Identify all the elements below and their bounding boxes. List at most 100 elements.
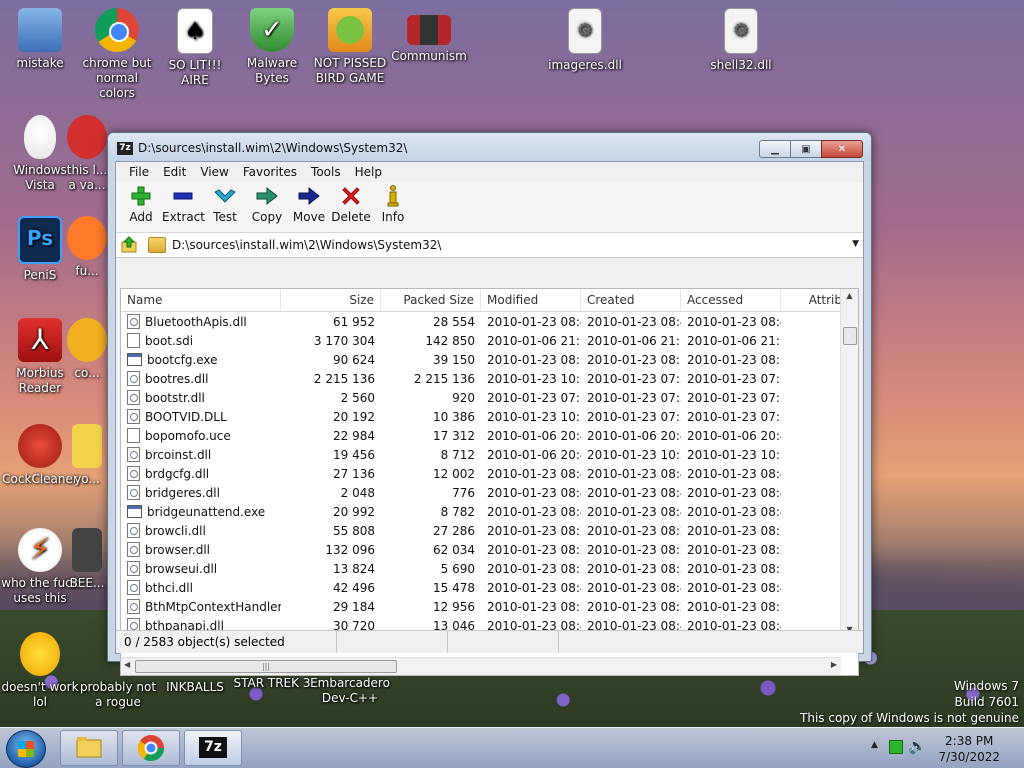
desktop-icon-partial-5[interactable]: BEE... — [62, 528, 112, 591]
address-path[interactable]: D:\sources\install.wim\2\Windows\System3… — [172, 238, 441, 252]
cell-modified: 2010-01-23 07:36 — [487, 390, 581, 405]
clock-time: 2:38 PM — [945, 734, 994, 748]
table-row[interactable]: bridgeres.dll 2 048 776 2010-01-23 08:45 201… — [121, 483, 849, 502]
up-folder-button[interactable] — [120, 236, 138, 254]
cell-name: browser.dll — [121, 542, 281, 557]
vertical-scrollbar[interactable]: ▲ ▼ — [840, 289, 858, 637]
show-hidden-icons-icon[interactable]: ▲ — [871, 740, 878, 750]
file-name: brcoinst.dll — [145, 447, 212, 462]
copy-button[interactable]: Copy — [246, 182, 288, 224]
cell-modified: 2010-01-06 21:13 — [487, 333, 581, 348]
cell-created: 2010-01-23 08:28 — [587, 599, 681, 614]
desktop-icon-bird-game[interactable]: NOT PISSED BIRD GAME — [310, 8, 390, 86]
dll-file-icon — [127, 580, 140, 595]
cell-name: brcoinst.dll — [121, 447, 281, 462]
table-row[interactable]: bridgeunattend.exe 20 992 8 782 2010-01-23 … — [121, 502, 849, 521]
menu-tools[interactable]: Tools — [304, 165, 348, 179]
extract-button[interactable]: Extract — [162, 182, 205, 224]
move-button[interactable]: Move — [288, 182, 330, 224]
scroll-right-icon[interactable]: ▶ — [831, 660, 837, 669]
scroll-up-icon[interactable]: ▲ — [841, 289, 858, 303]
horizontal-scroll-thumb[interactable]: ||| — [135, 660, 397, 673]
desktop-icon-label: probably not a rogue — [79, 680, 157, 709]
desktop-icon-label: Communism — [391, 49, 467, 63]
column-name[interactable]: Name — [121, 289, 281, 311]
cell-packed-size: 17 312 — [433, 428, 475, 443]
file-name: boot.sdi — [145, 333, 194, 348]
add-button[interactable]: Add — [120, 182, 162, 224]
menu-edit[interactable]: Edit — [156, 165, 193, 179]
column-attrib[interactable]: Attrib — [781, 289, 849, 311]
table-row[interactable]: BOOTVID.DLL 20 192 10 386 2010-01-23 10:50 2… — [121, 407, 849, 426]
desktop-icon-shell32[interactable]: ⚙ shell32.dll — [701, 8, 781, 73]
file-list[interactable]: Name Size Packed Size Modified Created A… — [120, 288, 859, 676]
cell-packed-size: 920 — [452, 390, 475, 405]
title-bar[interactable]: 7z D:\sources\install.wim\2\Windows\Syst… — [108, 133, 871, 161]
start-button[interactable] — [6, 730, 46, 768]
desktop-icon-mistake[interactable]: mistake — [0, 8, 80, 71]
file-name: brdgcfg.dll — [145, 466, 210, 481]
minimize-button[interactable]: ▁ — [759, 140, 791, 158]
chevron-down-icon[interactable]: ▼ — [852, 239, 859, 249]
clock[interactable]: 2:38 PM 7/30/2022 — [938, 733, 1000, 765]
horizontal-scrollbar[interactable]: ◀ ||| ▶ — [121, 657, 841, 675]
column-created[interactable]: Created — [581, 289, 681, 311]
table-row[interactable]: BthMtpContextHandler.... 29 184 12 956 2010… — [121, 597, 849, 616]
minus-icon — [162, 186, 204, 206]
folder-icon — [148, 237, 166, 253]
minimize-icon: ▁ — [771, 143, 779, 155]
desktop-icon-chrome[interactable]: chrome but normal colors — [77, 8, 157, 101]
taskbar-chrome[interactable] — [122, 730, 180, 766]
test-button[interactable]: Test — [204, 182, 246, 224]
dll-file-icon — [127, 542, 140, 557]
menu-file[interactable]: File — [122, 165, 156, 179]
desktop-icon-partial-3[interactable]: co... — [62, 318, 112, 381]
desktop-icon-partial-2[interactable]: fu... — [62, 216, 112, 279]
desktop-icon-yahoo[interactable]: doesn't work lol — [0, 632, 80, 710]
table-row[interactable]: bopomofo.uce 22 984 17 312 2010-01-06 20:47… — [121, 426, 849, 445]
table-row[interactable]: browser.dll 132 096 62 034 2010-01-23 08: 20… — [121, 540, 849, 559]
desktop-icon-partial-4[interactable]: yo... — [62, 424, 112, 487]
close-button[interactable]: ✕ — [821, 140, 863, 158]
taskbar-7zip[interactable]: 7z — [184, 730, 242, 766]
table-row[interactable]: browseui.dll 13 824 5 690 2010-01-23 08:23 2… — [121, 559, 849, 578]
dll-file-icon: ⚙ — [568, 8, 602, 54]
table-row[interactable]: brcoinst.dll 19 456 8 712 2010-01-06 20:44 2… — [121, 445, 849, 464]
desktop-icon-malwarebytes[interactable]: ✓ Malware Bytes — [232, 8, 312, 86]
desktop-icon-partial-1[interactable]: this l... a va... — [62, 115, 112, 193]
table-row[interactable]: bootres.dll 2 215 136 2 215 136 2010-01-23 … — [121, 369, 849, 388]
maximize-button[interactable]: ▣ — [790, 140, 822, 158]
table-row[interactable]: BluetoothApis.dll 61 952 28 554 2010-01-23 … — [121, 312, 849, 331]
menu-view[interactable]: View — [193, 165, 235, 179]
table-row[interactable]: brdgcfg.dll 27 136 12 002 2010-01-23 08:46 2… — [121, 464, 849, 483]
status-segment — [448, 631, 559, 653]
menu-help[interactable]: Help — [348, 165, 389, 179]
address-bar[interactable]: D:\sources\install.wim\2\Windows\System3… — [116, 233, 863, 258]
menu-favorites[interactable]: Favorites — [236, 165, 304, 179]
table-row[interactable]: browcli.dll 55 808 27 286 2010-01-23 08:20 2… — [121, 521, 849, 540]
table-row[interactable]: bootcfg.exe 90 624 39 150 2010-01-23 08:13 2… — [121, 350, 849, 369]
dll-file-icon — [127, 599, 140, 614]
desktop-icon-communism[interactable]: Communism — [389, 8, 469, 64]
delete-button[interactable]: Delete — [330, 182, 372, 224]
taskbar-explorer[interactable] — [60, 730, 118, 766]
vertical-scroll-thumb[interactable] — [843, 327, 857, 345]
scroll-left-icon[interactable]: ◀ — [124, 660, 130, 669]
column-accessed[interactable]: Accessed — [681, 289, 781, 311]
column-packed-size[interactable]: Packed Size — [381, 289, 481, 311]
info-button[interactable]: Info — [372, 182, 414, 224]
network-icon[interactable] — [889, 740, 903, 754]
copy-label: Copy — [251, 210, 283, 224]
column-modified[interactable]: Modified — [481, 289, 581, 311]
desktop-icon-imageres[interactable]: ⚙ imageres.dll — [545, 8, 625, 73]
shield-icon: ✓ — [250, 8, 294, 52]
table-row[interactable]: boot.sdi 3 170 304 142 850 2010-01-06 21:13… — [121, 331, 849, 350]
desktop-icon-solitaire[interactable]: ♠ SO LIT!!! AIRE — [155, 8, 235, 88]
table-row[interactable]: bootstr.dll 2 560 920 2010-01-23 07:36 2010-… — [121, 388, 849, 407]
yahoo-messenger-icon — [20, 632, 60, 676]
clock-date: 7/30/2022 — [938, 750, 1000, 764]
column-size[interactable]: Size — [281, 289, 381, 311]
dll-file-icon — [127, 371, 140, 386]
table-row[interactable]: bthci.dll 42 496 15 478 2010-01-23 08:43 201… — [121, 578, 849, 597]
speaker-icon[interactable]: 🔊 — [908, 737, 927, 755]
